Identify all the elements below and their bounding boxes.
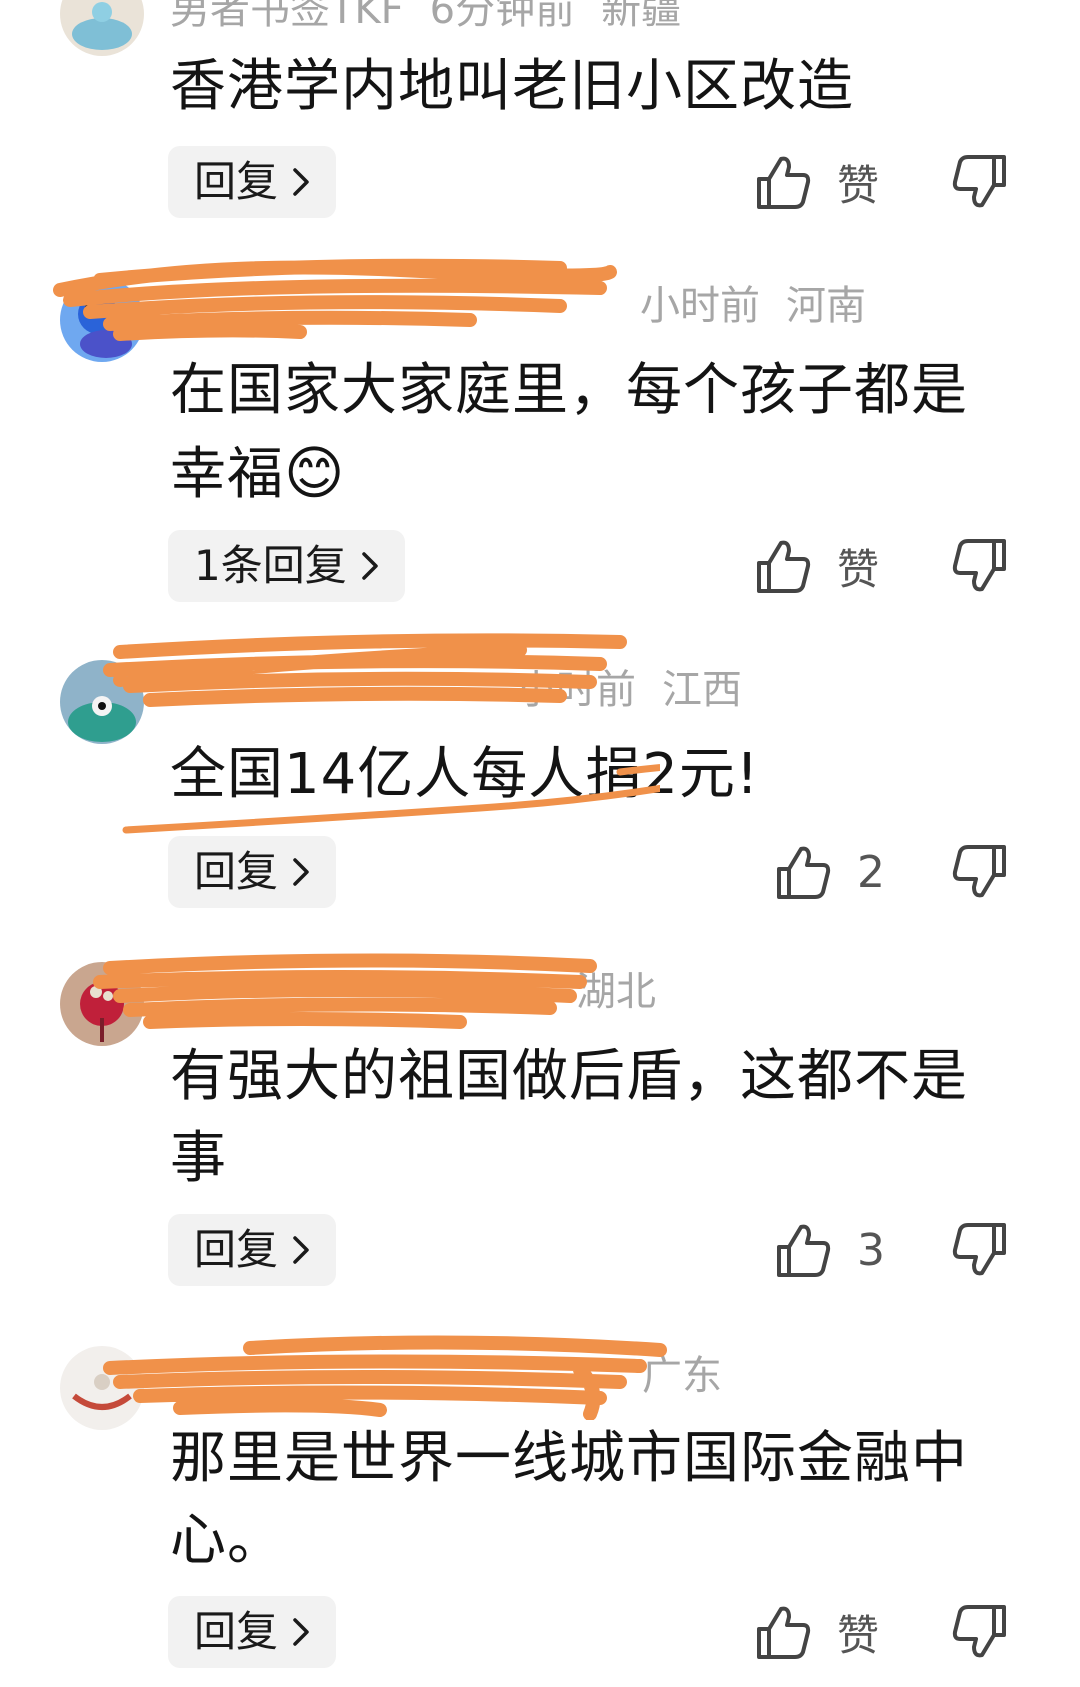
thumb-down-icon: [952, 1605, 1006, 1658]
like-button[interactable]: 赞: [755, 530, 879, 602]
chevron-right-icon: [361, 552, 378, 580]
timestamp: 6分钟前: [429, 0, 576, 33]
like-count: 3: [857, 1224, 885, 1276]
thumb-down-icon: [952, 155, 1006, 208]
comment-meta: 男者书签TKF 6分钟前 新疆: [170, 0, 681, 34]
comment-text: 香港学内地叫老旧小区改造: [170, 54, 854, 119]
like-button[interactable]: 赞: [755, 1596, 879, 1668]
like-count: 赞: [837, 160, 880, 210]
reply-button[interactable]: 回复: [168, 1214, 337, 1286]
like-count: 赞: [837, 544, 880, 594]
chevron-right-icon: [293, 1236, 309, 1264]
region: 江西: [662, 667, 742, 713]
avatar[interactable]: [60, 0, 144, 56]
chevron-right-icon: [293, 858, 309, 886]
timestamp: 小时前: [516, 667, 636, 713]
reply-button[interactable]: 回复: [168, 1596, 337, 1668]
region: 湖北: [576, 969, 656, 1015]
thumb-up-icon: [777, 846, 831, 899]
thumb-up-icon: [757, 1606, 811, 1659]
timestamp: 小时前: [640, 283, 760, 329]
thumb-up-icon: [757, 540, 811, 593]
thumb-down-icon: [952, 845, 1006, 898]
avatar[interactable]: [60, 1346, 144, 1430]
reply-label: 回复: [194, 847, 279, 896]
thumb-up-icon: [777, 1224, 831, 1277]
reply-label: 回复: [194, 1607, 279, 1656]
reply-button[interactable]: 回复: [168, 836, 337, 908]
like-count: 2: [857, 846, 885, 898]
chevron-right-icon: [293, 1618, 309, 1646]
like-button[interactable]: 3: [775, 1214, 885, 1286]
thumb-up-icon: [757, 156, 811, 209]
dislike-button[interactable]: [952, 1596, 1008, 1668]
avatar[interactable]: [60, 962, 144, 1046]
comment-text: 在国家大家庭里，每个孩子都是幸福😊: [170, 350, 1010, 516]
comment-meta: 湖北: [170, 968, 656, 1016]
like-button[interactable]: 2: [775, 836, 885, 908]
reply-label: 1条回复: [194, 541, 347, 590]
dislike-button[interactable]: [952, 1214, 1008, 1286]
dislike-button[interactable]: [952, 836, 1008, 908]
chevron-right-icon: [293, 168, 309, 196]
thumb-down-icon: [952, 1223, 1006, 1276]
thumb-down-icon: [952, 539, 1006, 592]
reply-button[interactable]: 回复: [168, 146, 337, 218]
reply-button[interactable]: 1条回复: [168, 530, 405, 602]
avatar[interactable]: [60, 278, 144, 362]
comment-text: 全国14亿人每人捐2元!: [170, 742, 760, 807]
like-count: 赞: [837, 1610, 880, 1660]
username[interactable]: 男者书签TKF: [170, 0, 404, 33]
region: 新疆: [601, 0, 682, 33]
like-button[interactable]: 赞: [755, 146, 879, 218]
comment-meta: 小时前 江西: [170, 666, 742, 714]
comment-text: 有强大的祖国做后盾，这都不是事: [170, 1044, 968, 1191]
smile-emoji: 😊: [284, 439, 346, 507]
dislike-button[interactable]: [952, 530, 1008, 602]
avatar[interactable]: [60, 660, 144, 744]
reply-label: 回复: [194, 1225, 279, 1274]
comment-meta: 小时前 河南: [170, 282, 866, 330]
reply-label: 回复: [194, 157, 279, 206]
region: 河南: [786, 283, 866, 329]
dislike-button[interactable]: [952, 146, 1008, 218]
region: 广东: [642, 1353, 722, 1399]
comment-text: 那里是世界一线城市国际金融中心。: [170, 1426, 968, 1573]
comment-meta: 广东: [170, 1352, 722, 1400]
